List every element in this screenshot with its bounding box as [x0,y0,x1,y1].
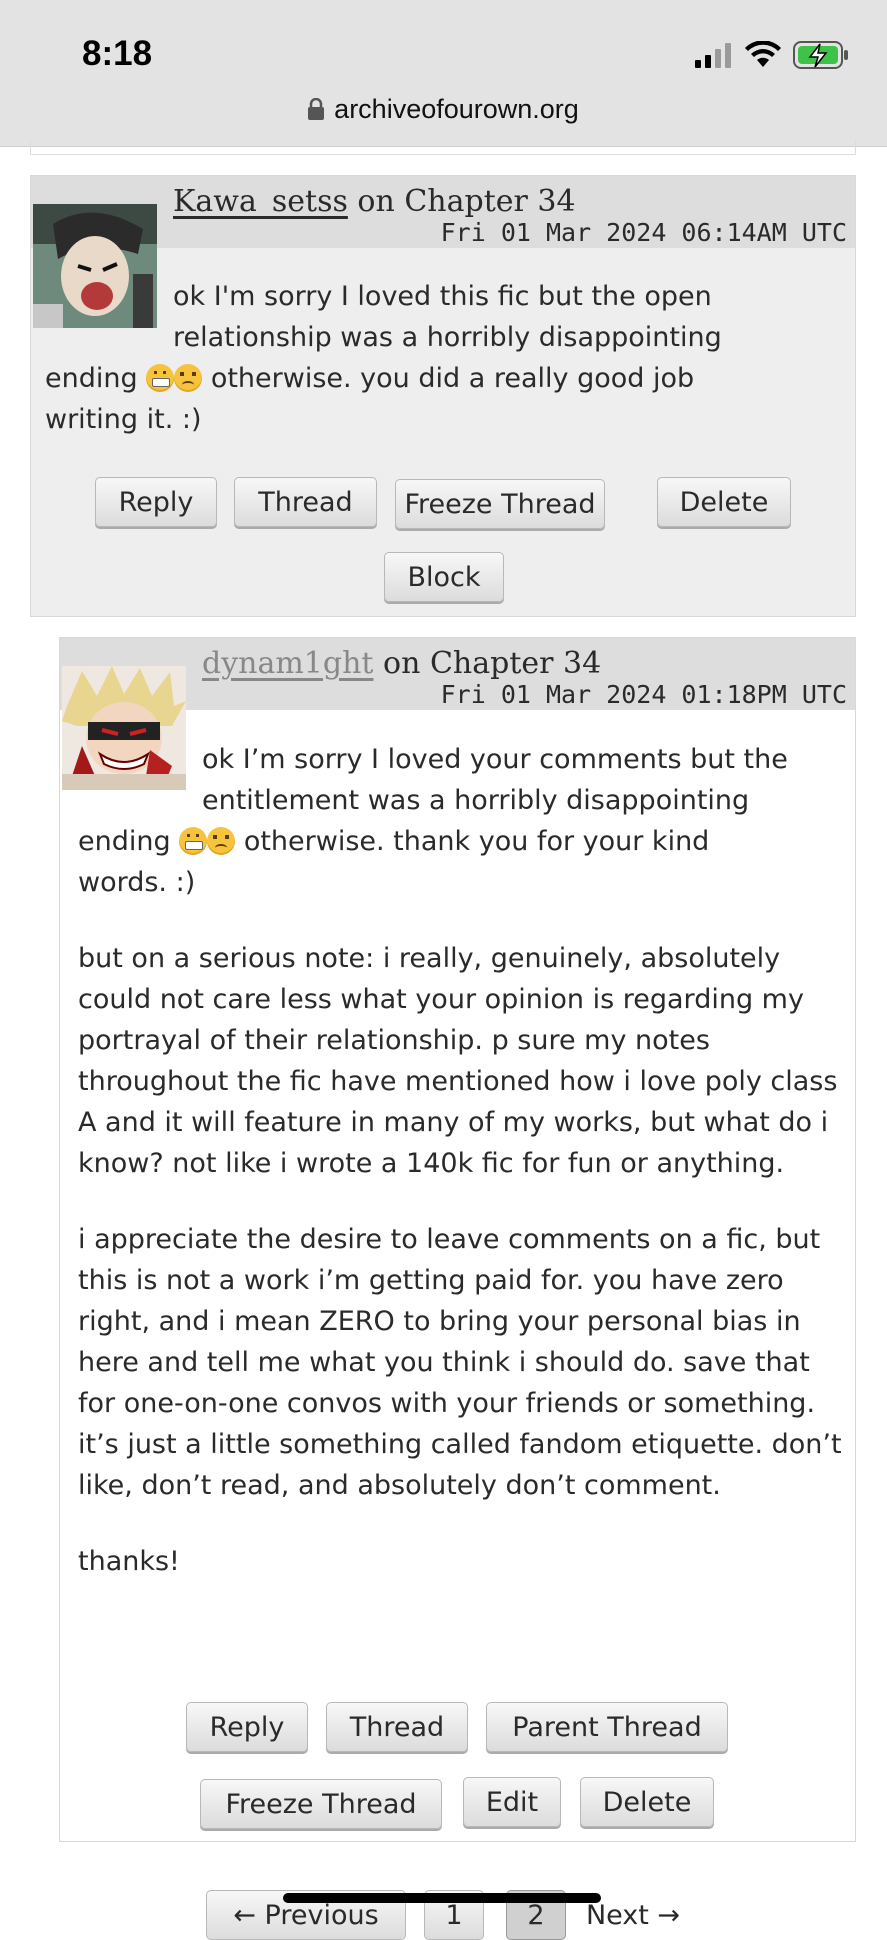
comment-body: ok I’m sorry I loved your comments but t… [78,739,848,1582]
comment-paragraph: but on a serious note: i really, genuine… [78,943,838,1179]
comment-line-emoji: ending otherwise. you did a really good … [45,358,845,399]
freeze-thread-button[interactable]: Freeze Thread [395,479,605,529]
battery-charging-icon [793,41,848,69]
comment-text: otherwise. thank you for your kind [243,826,710,857]
status-icons [695,40,849,70]
delete-button[interactable]: Delete [580,1777,714,1827]
freeze-thread-button[interactable]: Freeze Thread [200,1779,442,1829]
comment-paragraph: thanks! [78,1546,180,1577]
disappointed-face-icon [174,364,203,392]
home-indicator[interactable] [283,1893,601,1903]
edit-button[interactable]: Edit [463,1777,561,1827]
grimacing-face-icon [179,827,208,855]
thread-button[interactable]: Thread [234,477,377,527]
comment-line: words. :) [78,867,196,898]
comment-chapter: on Chapter 34 [383,646,602,681]
reply-button[interactable]: Reply [186,1702,308,1752]
comment-byline: Kawa_setss on Chapter 34 [173,184,576,219]
comment-author-link[interactable]: Kawa_setss [173,184,348,219]
lock-icon [308,98,325,120]
disappointed-face-icon [207,827,236,855]
comment-line-emoji: ending otherwise. thank you for your kin… [78,821,848,862]
comment-author-link[interactable]: dynam1ght [202,646,373,681]
comment-line: ok I'm sorry I loved this fic but the op… [173,281,712,312]
parent-thread-button[interactable]: Parent Thread [486,1702,728,1752]
address-bar[interactable]: archiveofourown.org [0,94,887,125]
comment-date: Fri 01 Mar 2024 06:14AM UTC [440,218,847,247]
comment-date: Fri 01 Mar 2024 01:18PM UTC [440,680,847,709]
previous-comment-bottom [30,140,856,155]
comment-text: ending [45,363,138,394]
comment-byline: dynam1ght on Chapter 34 [202,646,601,681]
comment-body: ok I'm sorry I loved this fic but the op… [45,276,845,440]
reply-button[interactable]: Reply [95,477,217,527]
thread-button[interactable]: Thread [326,1702,468,1752]
status-time: 8:18 [82,34,153,73]
cellular-signal-icon [695,43,731,68]
comment-line: ok I’m sorry I loved your comments but t… [202,744,788,775]
comment-line: relationship was a horribly disappointin… [173,322,722,353]
comment-text: otherwise. you did a really good job [210,363,695,394]
comment-chapter: on Chapter 34 [357,184,576,219]
browser-chrome: 8:18 archiveofourown.org [0,0,887,147]
comment-line: writing it. :) [45,404,202,435]
block-button[interactable]: Block [384,552,504,602]
comment-text: ending [78,826,171,857]
wifi-icon [745,41,781,67]
url-text: archiveofourown.org [334,94,579,124]
comment-dynam1ght: dynam1ght on Chapter 34 Fri 01 Mar 2024 … [59,637,856,1842]
comment-paragraph: i appreciate the desire to leave comment… [78,1224,842,1501]
comment-line: entitlement was a horribly disappointing [202,785,750,816]
grimacing-face-icon [146,364,175,392]
delete-button[interactable]: Delete [657,477,791,527]
comment-kawa-setss: Kawa_setss on Chapter 34 Fri 01 Mar 2024… [30,175,856,617]
